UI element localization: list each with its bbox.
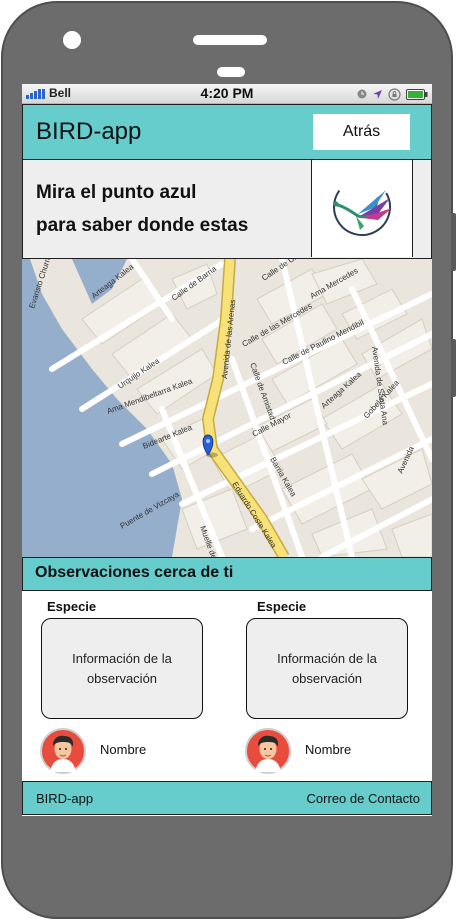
earpiece-speaker [193,35,267,45]
observation-info: Información de la observación [277,650,377,686]
user-name[interactable]: Nombre [100,742,146,757]
lock-rotation-icon [388,87,401,101]
info-line-1: Mira el punto azul [36,182,197,203]
observation-info: Información de la observación [72,650,172,686]
volume-button[interactable] [451,213,456,271]
contact-link[interactable]: Correo de Contacto [307,791,420,806]
footer-app-name: BIRD-app [36,791,94,806]
app-screen: Bell 4:20 PM BIRD-app Atrás Mira el punt… [22,84,432,816]
sensor-notch [217,67,245,77]
status-bar: Bell 4:20 PM [22,84,432,104]
observations-title: Observaciones cerca de ti [35,564,234,581]
map-canvas[interactable]: Evaristo Churruca Arteaga Kalea Calle de… [22,259,432,557]
clock-icon [357,89,367,99]
logo-box [311,160,413,257]
observations-header: Observaciones cerca de ti [22,557,432,591]
status-icons [357,87,428,101]
user-avatar-icon[interactable] [245,728,291,774]
front-camera [63,31,81,49]
species-label: Especie [257,599,307,614]
species-label: Especie [47,599,97,614]
bird-logo-icon [333,178,392,236]
power-button[interactable] [451,339,456,397]
observation-card[interactable]: Información de la observación [246,618,408,719]
footer: BIRD-app Correo de Contacto [22,781,432,815]
info-line-2: para saber donde estas [36,215,249,236]
info-panel: Mira el punto azul para saber donde esta… [22,159,432,259]
back-button[interactable]: Atrás [313,114,410,150]
user-name[interactable]: Nombre [305,742,351,757]
map-view[interactable]: Evaristo Churruca Arteaga Kalea Calle de… [22,259,432,557]
user-avatar-icon[interactable] [40,728,86,774]
app-title: BIRD-app [36,118,142,145]
observation-card[interactable]: Información de la observación [41,618,203,719]
info-text: Mira el punto azul para saber donde esta… [36,176,248,242]
battery-icon [406,88,428,100]
app-header: BIRD-app Atrás [22,104,432,160]
location-arrow-icon [373,89,382,99]
